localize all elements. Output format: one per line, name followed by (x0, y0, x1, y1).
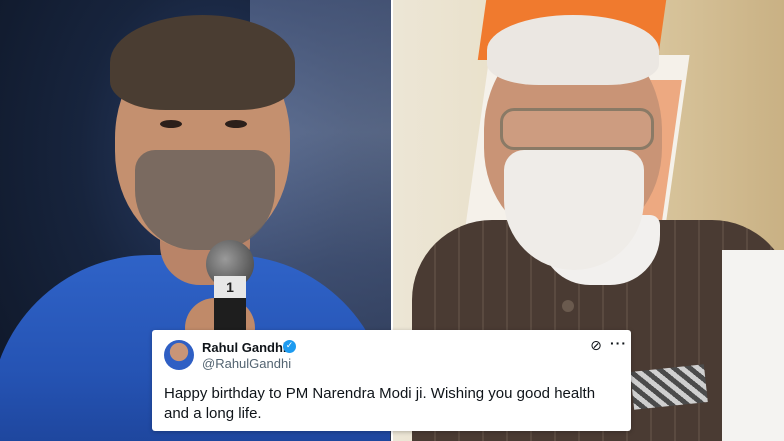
pocket-square (630, 364, 708, 410)
right-eye (225, 120, 247, 128)
author-name[interactable]: Rahul Gandhi (202, 340, 287, 355)
grok-icon[interactable]: ⊘ (588, 338, 604, 354)
left-eye (160, 120, 182, 128)
microphone-tag: 1 (214, 276, 246, 298)
vest-button (562, 300, 574, 312)
verified-badge-icon: ✓ (283, 340, 296, 353)
glasses (500, 108, 654, 150)
hair (487, 15, 659, 85)
hair (110, 15, 295, 110)
beard (135, 150, 275, 250)
more-options-icon[interactable]: ··· (610, 335, 626, 351)
avatar[interactable] (164, 340, 194, 370)
tweet-card[interactable]: Rahul Gandhi ✓ @RahulGandhi ⊘ ··· Happy … (152, 330, 631, 431)
white-kurta (722, 250, 784, 441)
tweet-text: Happy birthday to PM Narendra Modi ji. W… (164, 385, 596, 422)
author-handle[interactable]: @RahulGandhi (202, 356, 291, 371)
